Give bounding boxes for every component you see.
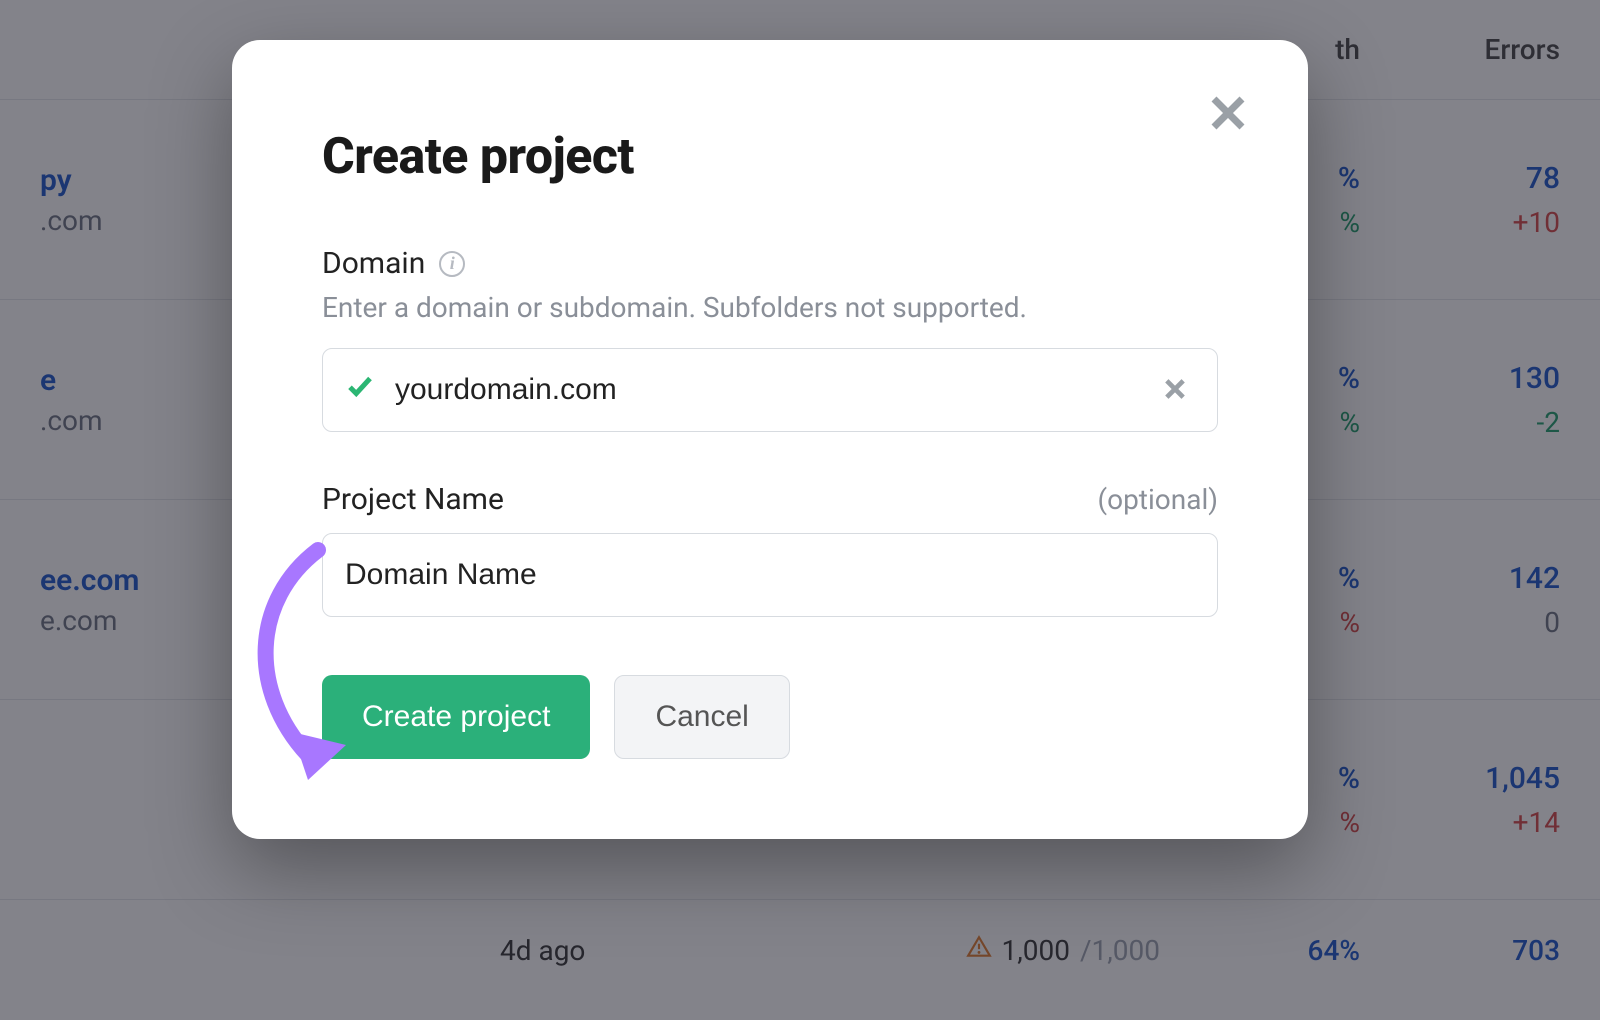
cancel-button[interactable]: Cancel xyxy=(614,675,789,759)
modal-buttons: Create project Cancel xyxy=(322,675,1218,759)
domain-input-wrapper xyxy=(322,348,1218,432)
domain-field: Domain i Enter a domain or subdomain. Su… xyxy=(322,246,1218,432)
project-name-label: Project Name xyxy=(322,482,504,517)
close-button[interactable] xyxy=(1198,84,1258,144)
project-name-field: Project Name (optional) xyxy=(322,482,1218,617)
create-project-button[interactable]: Create project xyxy=(322,675,590,759)
close-icon xyxy=(1207,92,1249,137)
create-project-modal: Create project Domain i Enter a domain o… xyxy=(232,40,1308,839)
modal-title: Create project xyxy=(322,128,1218,186)
info-icon[interactable]: i xyxy=(439,251,465,277)
domain-input[interactable] xyxy=(395,373,1155,407)
check-icon xyxy=(345,371,375,409)
project-name-optional: (optional) xyxy=(1098,483,1218,516)
project-name-input[interactable] xyxy=(345,558,1195,592)
clear-icon xyxy=(1161,391,1189,406)
project-name-input-wrapper xyxy=(322,533,1218,617)
domain-label: Domain xyxy=(322,246,425,281)
domain-helper: Enter a domain or subdomain. Subfolders … xyxy=(322,291,1218,324)
clear-domain-button[interactable] xyxy=(1155,369,1195,412)
